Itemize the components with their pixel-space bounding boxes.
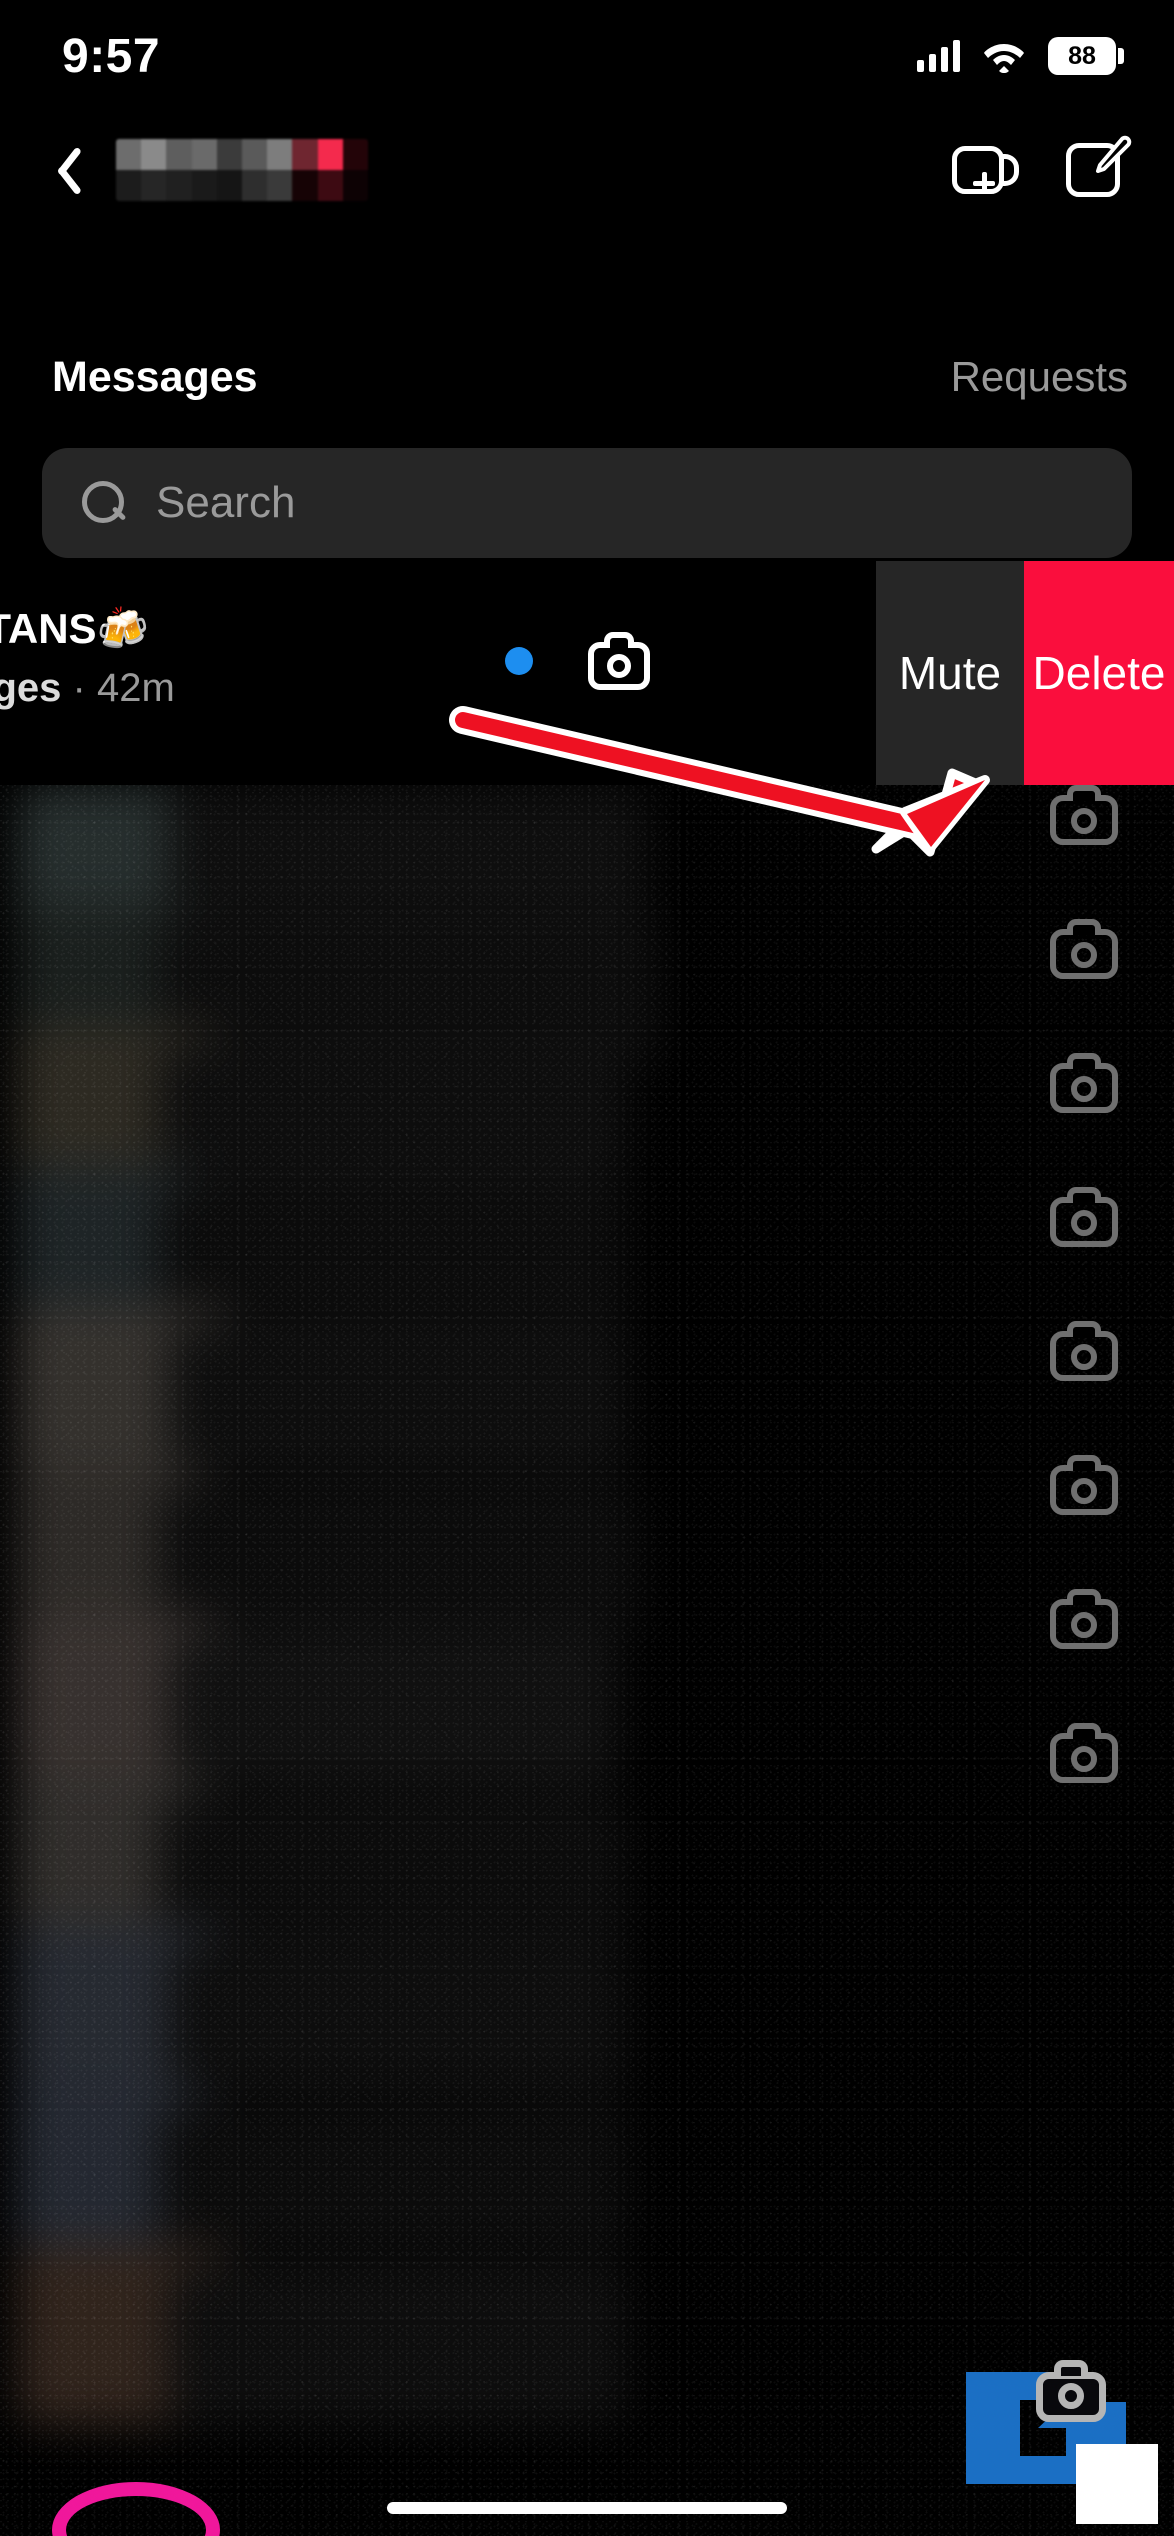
cellular-signal-icon [917,40,960,72]
status-bar-indicators: 88 [917,37,1124,75]
camera-icon[interactable] [1050,919,1118,979]
search-input[interactable]: Search [42,448,1132,558]
camera-icon-column [1050,785,1122,1857]
nav-actions [952,135,1132,203]
blurred-conversation-list [0,785,1174,2536]
pencil-glyph [1096,135,1132,173]
camera-icon [1036,2360,1106,2422]
status-bar-time: 9:57 [62,29,161,83]
compose-pencil-icon[interactable] [1062,135,1132,203]
g-logo-watermark [940,2328,1160,2528]
blur-smear-layer [18,785,678,2425]
delete-button[interactable]: Delete [1024,561,1174,785]
tab-requests[interactable]: Requests [951,353,1128,401]
video-camera-plus-icon[interactable] [952,137,1019,203]
conversation-subtitle: sages · 42m [0,666,508,711]
swipe-action-buttons: Mute Delete [876,561,1174,785]
unread-indicator [505,647,533,675]
search-icon [80,479,128,527]
camera-icon[interactable] [1050,1187,1118,1247]
watermark-white-block [1076,2444,1158,2524]
camera-icon[interactable] [1050,1455,1118,1515]
page-title: Messages [52,352,258,401]
mute-button[interactable]: Mute [876,561,1024,785]
back-chevron-icon[interactable] [44,138,88,202]
username-redacted[interactable] [116,138,368,201]
conversation-text: TITANS🍻 sages · 42m [0,605,508,711]
camera-icon[interactable] [1050,785,1118,845]
nav-header [0,112,1174,227]
wifi-icon [984,44,1024,73]
battery-indicator: 88 [1048,37,1124,75]
conversation-subtitle-time: · 42m [61,666,175,710]
messages-tab-row: Messages Requests [0,337,1174,417]
camera-icon[interactable] [1050,1589,1118,1649]
conversation-subtitle-bold: sages [0,666,62,710]
status-bar: 9:57 88 [0,0,1174,112]
camera-icon[interactable] [1050,1321,1118,1381]
conversation-title: TITANS🍻 [0,605,149,652]
phone-screen: 9:57 88 Messages Requests Search ANS🍻 ge… [0,0,1174,2536]
camera-icon[interactable] [1050,1723,1118,1783]
home-indicator[interactable] [387,2502,787,2514]
search-placeholder: Search [156,478,296,527]
camera-icon[interactable] [1050,1053,1118,1113]
pink-ring-decoration [52,2482,220,2536]
camera-icon[interactable] [588,632,650,690]
